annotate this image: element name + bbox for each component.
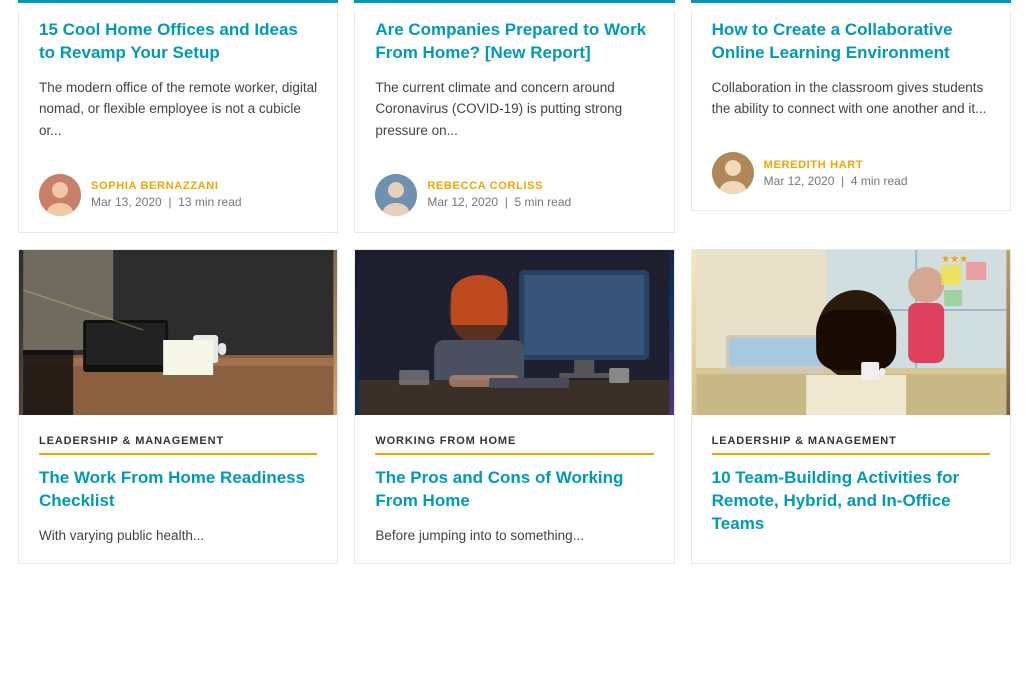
card-top-2-author-name: REBECCA CORLISS xyxy=(427,180,571,192)
card-bot-3-category: LEADERSHIP & MANAGEMENT xyxy=(712,435,990,455)
card-top-3-author-meta: Mar 12, 2020 | 4 min read xyxy=(764,174,908,188)
card-top-3-author-name: MEREDITH HART xyxy=(764,159,908,171)
card-top-2-author-info: REBECCA CORLISS Mar 12, 2020 | 5 min rea… xyxy=(427,180,571,209)
card-bot-1-category: LEADERSHIP & MANAGEMENT xyxy=(39,435,317,455)
card-top-3: How to Create a Collaborative Online Lea… xyxy=(683,0,1019,241)
card-top-1-author: SOPHIA BERNAZZANI Mar 13, 2020 | 13 min … xyxy=(39,160,317,216)
card-bot-1: LEADERSHIP & MANAGEMENT The Work From Ho… xyxy=(18,249,338,565)
card-bot-1-title[interactable]: The Work From Home Readiness Checklist xyxy=(39,467,317,513)
card-top-1-title[interactable]: 15 Cool Home Offices and Ideas to Revamp… xyxy=(39,19,317,65)
top-card-grid: 15 Cool Home Offices and Ideas to Revamp… xyxy=(0,0,1029,241)
card-bot-2-title[interactable]: The Pros and Cons of Working From Home xyxy=(375,467,653,513)
card-bot-2-image xyxy=(355,250,673,415)
card-top-3-avatar xyxy=(712,152,754,194)
card-top-2-avatar xyxy=(375,174,417,216)
card-top-2-author: REBECCA CORLISS Mar 12, 2020 | 5 min rea… xyxy=(375,160,653,216)
card-top-2-title[interactable]: Are Companies Prepared to Work From Home… xyxy=(375,19,653,65)
card-top-1-avatar xyxy=(39,174,81,216)
card-top-3-excerpt: Collaboration in the classroom gives stu… xyxy=(712,77,990,120)
card-bot-3-title[interactable]: 10 Team-Building Activities for Remote, … xyxy=(712,467,990,536)
card-top-1-author-name: SOPHIA BERNAZZANI xyxy=(91,180,242,192)
card-bot-1-excerpt: With varying public health... xyxy=(39,525,317,548)
card-bot-1-image xyxy=(19,250,337,415)
card-top-1-author-info: SOPHIA BERNAZZANI Mar 13, 2020 | 13 min … xyxy=(91,180,242,209)
card-top-2-excerpt: The current climate and concern around C… xyxy=(375,77,653,142)
card-top-1-excerpt: The modern office of the remote worker, … xyxy=(39,77,317,142)
card-bot-3-image: ★★★ xyxy=(692,250,1010,415)
card-top-2-author-meta: Mar 12, 2020 | 5 min read xyxy=(427,195,571,209)
card-top-1-author-meta: Mar 13, 2020 | 13 min read xyxy=(91,195,242,209)
svg-text:★★★: ★★★ xyxy=(941,254,968,265)
card-bot-3: ★★★ LEADERSHIP & MANAGEMENT 10 Team-Buil… xyxy=(691,249,1011,565)
card-top-3-author-info: MEREDITH HART Mar 12, 2020 | 4 min read xyxy=(764,159,908,188)
bottom-card-grid: LEADERSHIP & MANAGEMENT The Work From Ho… xyxy=(0,241,1029,573)
card-bot-2-category: WORKING FROM HOME xyxy=(375,435,653,455)
card-bot-2: WORKING FROM HOME The Pros and Cons of W… xyxy=(354,249,674,565)
card-top-1: 15 Cool Home Offices and Ideas to Revamp… xyxy=(10,0,346,241)
card-top-2: Are Companies Prepared to Work From Home… xyxy=(346,0,682,241)
card-top-3-author: MEREDITH HART Mar 12, 2020 | 4 min read xyxy=(712,138,990,194)
card-bot-2-excerpt: Before jumping into to something... xyxy=(375,525,653,548)
card-top-3-title[interactable]: How to Create a Collaborative Online Lea… xyxy=(712,19,990,65)
